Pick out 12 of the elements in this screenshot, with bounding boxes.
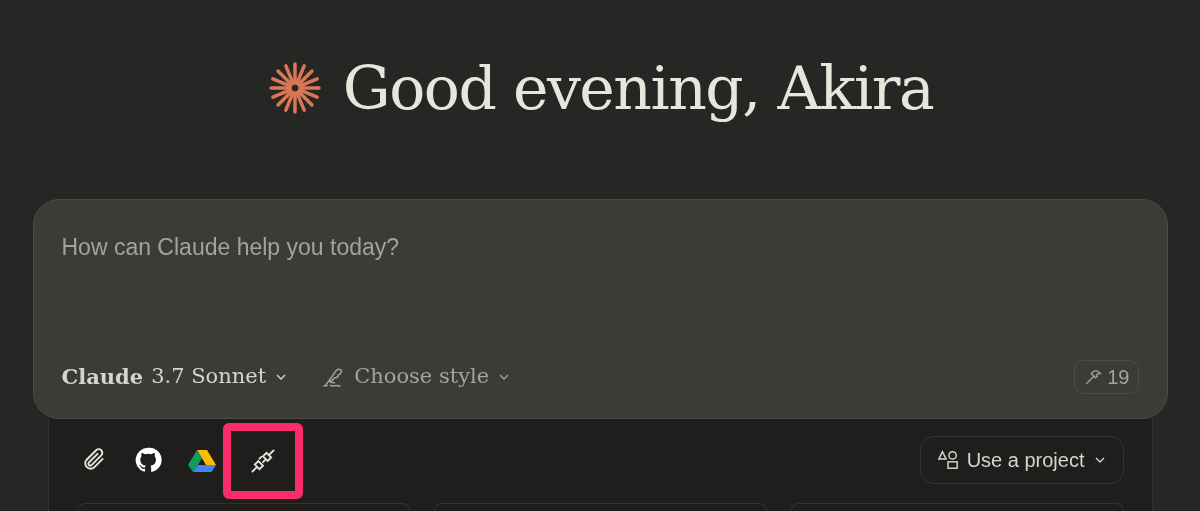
model-version: 3.7 Sonnet <box>151 363 267 391</box>
use-project-button[interactable]: Use a project <box>919 436 1124 484</box>
shapes-icon <box>936 449 959 471</box>
model-selector[interactable]: Claude 3.7 Sonnet <box>61 361 289 393</box>
drive-icon <box>187 447 216 473</box>
tools-button[interactable]: 19 <box>1074 360 1139 394</box>
style-selector[interactable]: Choose style <box>320 361 512 393</box>
github-icon <box>133 446 162 474</box>
hammer-icon <box>1083 367 1104 387</box>
sparkle-logo-icon <box>266 60 323 116</box>
model-name: Claude <box>61 363 144 392</box>
prompt-input-field[interactable]: How can Claude help you today? <box>61 230 1139 265</box>
